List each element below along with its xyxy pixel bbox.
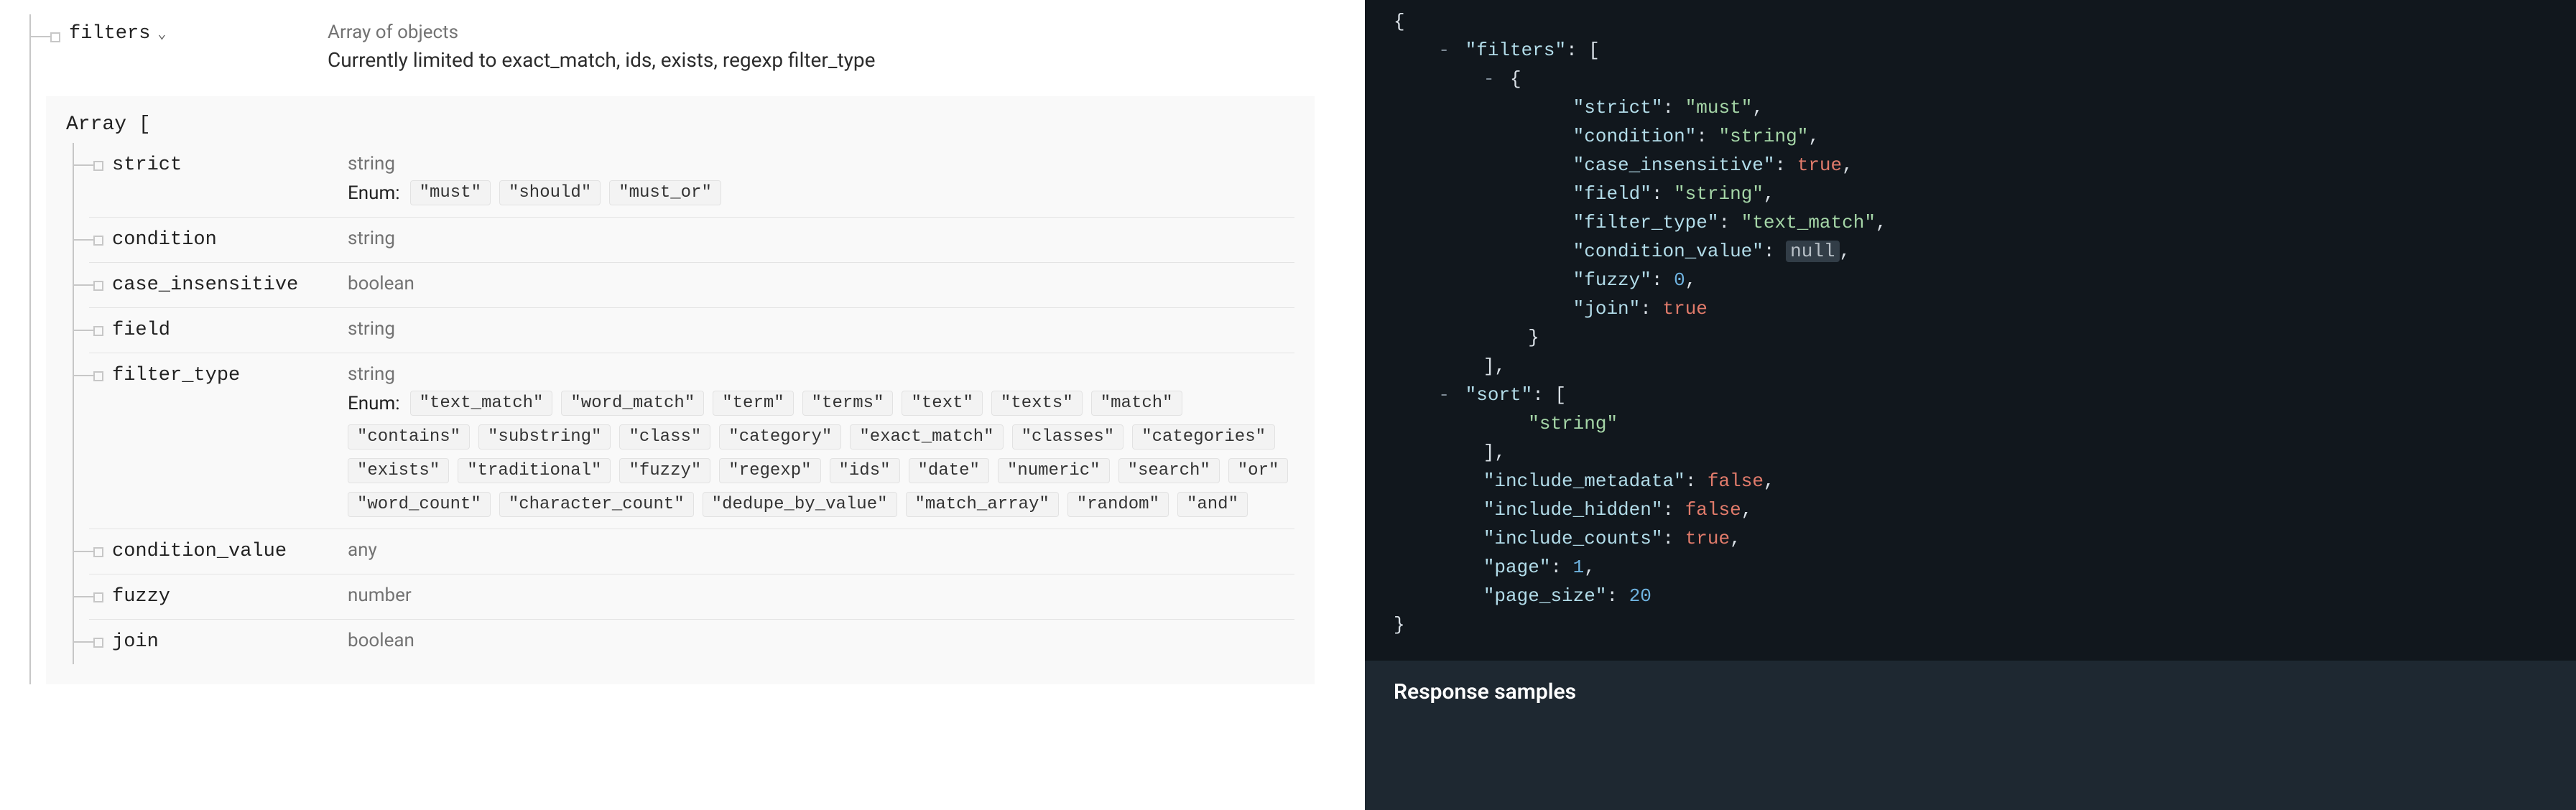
- enum-chip: "substring": [478, 424, 611, 450]
- enum-label: Enum:: [348, 393, 400, 414]
- array-open-label: Array [: [66, 113, 1294, 136]
- schema-property: join boolean: [89, 620, 1294, 664]
- enum-chip: "search": [1118, 458, 1220, 483]
- tree-node-icon: [46, 29, 60, 46]
- enum-chip: "term": [713, 391, 793, 416]
- nested-schema-box: Array [ strict string Enum: "must" "should" "…: [46, 96, 1315, 684]
- property-name: condition: [112, 228, 217, 251]
- schema-top-field[interactable]: filters ⌄ Array of objects Currently lim…: [46, 14, 1315, 75]
- property-name: field: [112, 318, 170, 341]
- enum-chip: "categories": [1132, 424, 1275, 450]
- schema-property: field string: [89, 308, 1294, 353]
- schema-panel: filters ⌄ Array of objects Currently lim…: [0, 0, 1365, 810]
- enum-label: Enum:: [348, 182, 400, 204]
- enum-chip: "exact_match": [850, 424, 1003, 450]
- enum-chip: "fuzzy": [619, 458, 710, 483]
- property-type: number: [348, 585, 1294, 606]
- enum-chip: "classes": [1012, 424, 1124, 450]
- schema-property: condition string: [89, 218, 1294, 263]
- enum-chip: "dedupe_by_value": [703, 492, 897, 517]
- enum-chip: "or": [1228, 458, 1289, 483]
- schema-property: filter_type string Enum: "text_match" "word_…: [89, 353, 1294, 529]
- property-type: string: [348, 363, 1294, 385]
- enum-chip: "text": [902, 391, 982, 416]
- tree-node-icon: [89, 544, 103, 561]
- code-panel: { - "filters": [ - { "strict": "must", "…: [1365, 0, 2576, 810]
- field-description: Currently limited to exact_match, ids, e…: [328, 46, 1300, 75]
- property-type: string: [348, 318, 1294, 340]
- enum-chip: "contains": [348, 424, 470, 450]
- property-type: boolean: [348, 273, 1294, 294]
- enum-chip: "word_match": [561, 391, 704, 416]
- enum-chip: "regexp": [719, 458, 820, 483]
- schema-property: case_insensitive boolean: [89, 263, 1294, 308]
- tree-node-icon: [89, 634, 103, 651]
- property-enum: Enum: "text_match" "word_match" "term" "term…: [348, 391, 1294, 517]
- enum-chip: "traditional": [458, 458, 611, 483]
- property-name: filter_type: [112, 363, 240, 386]
- property-type: string: [348, 228, 1294, 249]
- enum-chip: "exists": [348, 458, 449, 483]
- tree-node-icon: [89, 232, 103, 249]
- enum-chip: "texts": [991, 391, 1083, 416]
- enum-chip: "must_or": [609, 180, 721, 205]
- property-type: boolean: [348, 630, 1294, 651]
- enum-chip: "text_match": [410, 391, 553, 416]
- schema-property: strict string Enum: "must" "should" "must_or": [89, 143, 1294, 218]
- enum-chip: "category": [719, 424, 841, 450]
- enum-chip: "character_count": [499, 492, 694, 517]
- tree-node-icon: [89, 157, 103, 174]
- request-body-json[interactable]: { - "filters": [ - { "strict": "must", "…: [1365, 0, 2576, 661]
- chevron-down-icon: ⌄: [157, 24, 166, 43]
- response-samples-heading: Response samples: [1365, 661, 2576, 723]
- enum-chip: "date": [909, 458, 989, 483]
- property-name: condition_value: [112, 539, 287, 562]
- enum-chip: "word_count": [348, 492, 491, 517]
- schema-property: condition_value any: [89, 529, 1294, 574]
- tree-node-icon: [89, 589, 103, 606]
- enum-chip: "should": [499, 180, 601, 205]
- schema-property: fuzzy number: [89, 574, 1294, 620]
- enum-chip: "ids": [830, 458, 900, 483]
- enum-chip: "match": [1091, 391, 1182, 416]
- enum-chip: "class": [619, 424, 710, 450]
- property-name: case_insensitive: [112, 273, 298, 296]
- enum-chip: "terms": [802, 391, 894, 416]
- property-type: any: [348, 539, 1294, 561]
- tree-node-icon: [89, 368, 103, 385]
- property-type: string: [348, 153, 1294, 174]
- enum-chip: "and": [1177, 492, 1248, 517]
- field-type: Array of objects: [328, 22, 1300, 43]
- enum-chip: "must": [410, 180, 491, 205]
- property-name: fuzzy: [112, 585, 170, 608]
- enum-chip: "numeric": [998, 458, 1110, 483]
- field-name: filters: [69, 23, 150, 45]
- tree-node-icon: [89, 322, 103, 340]
- property-name: strict: [112, 153, 182, 176]
- property-enum: Enum: "must" "should" "must_or": [348, 180, 1294, 205]
- property-name: join: [112, 630, 159, 653]
- enum-chip: "random": [1067, 492, 1169, 517]
- tree-node-icon: [89, 277, 103, 294]
- enum-chip: "match_array": [906, 492, 1059, 517]
